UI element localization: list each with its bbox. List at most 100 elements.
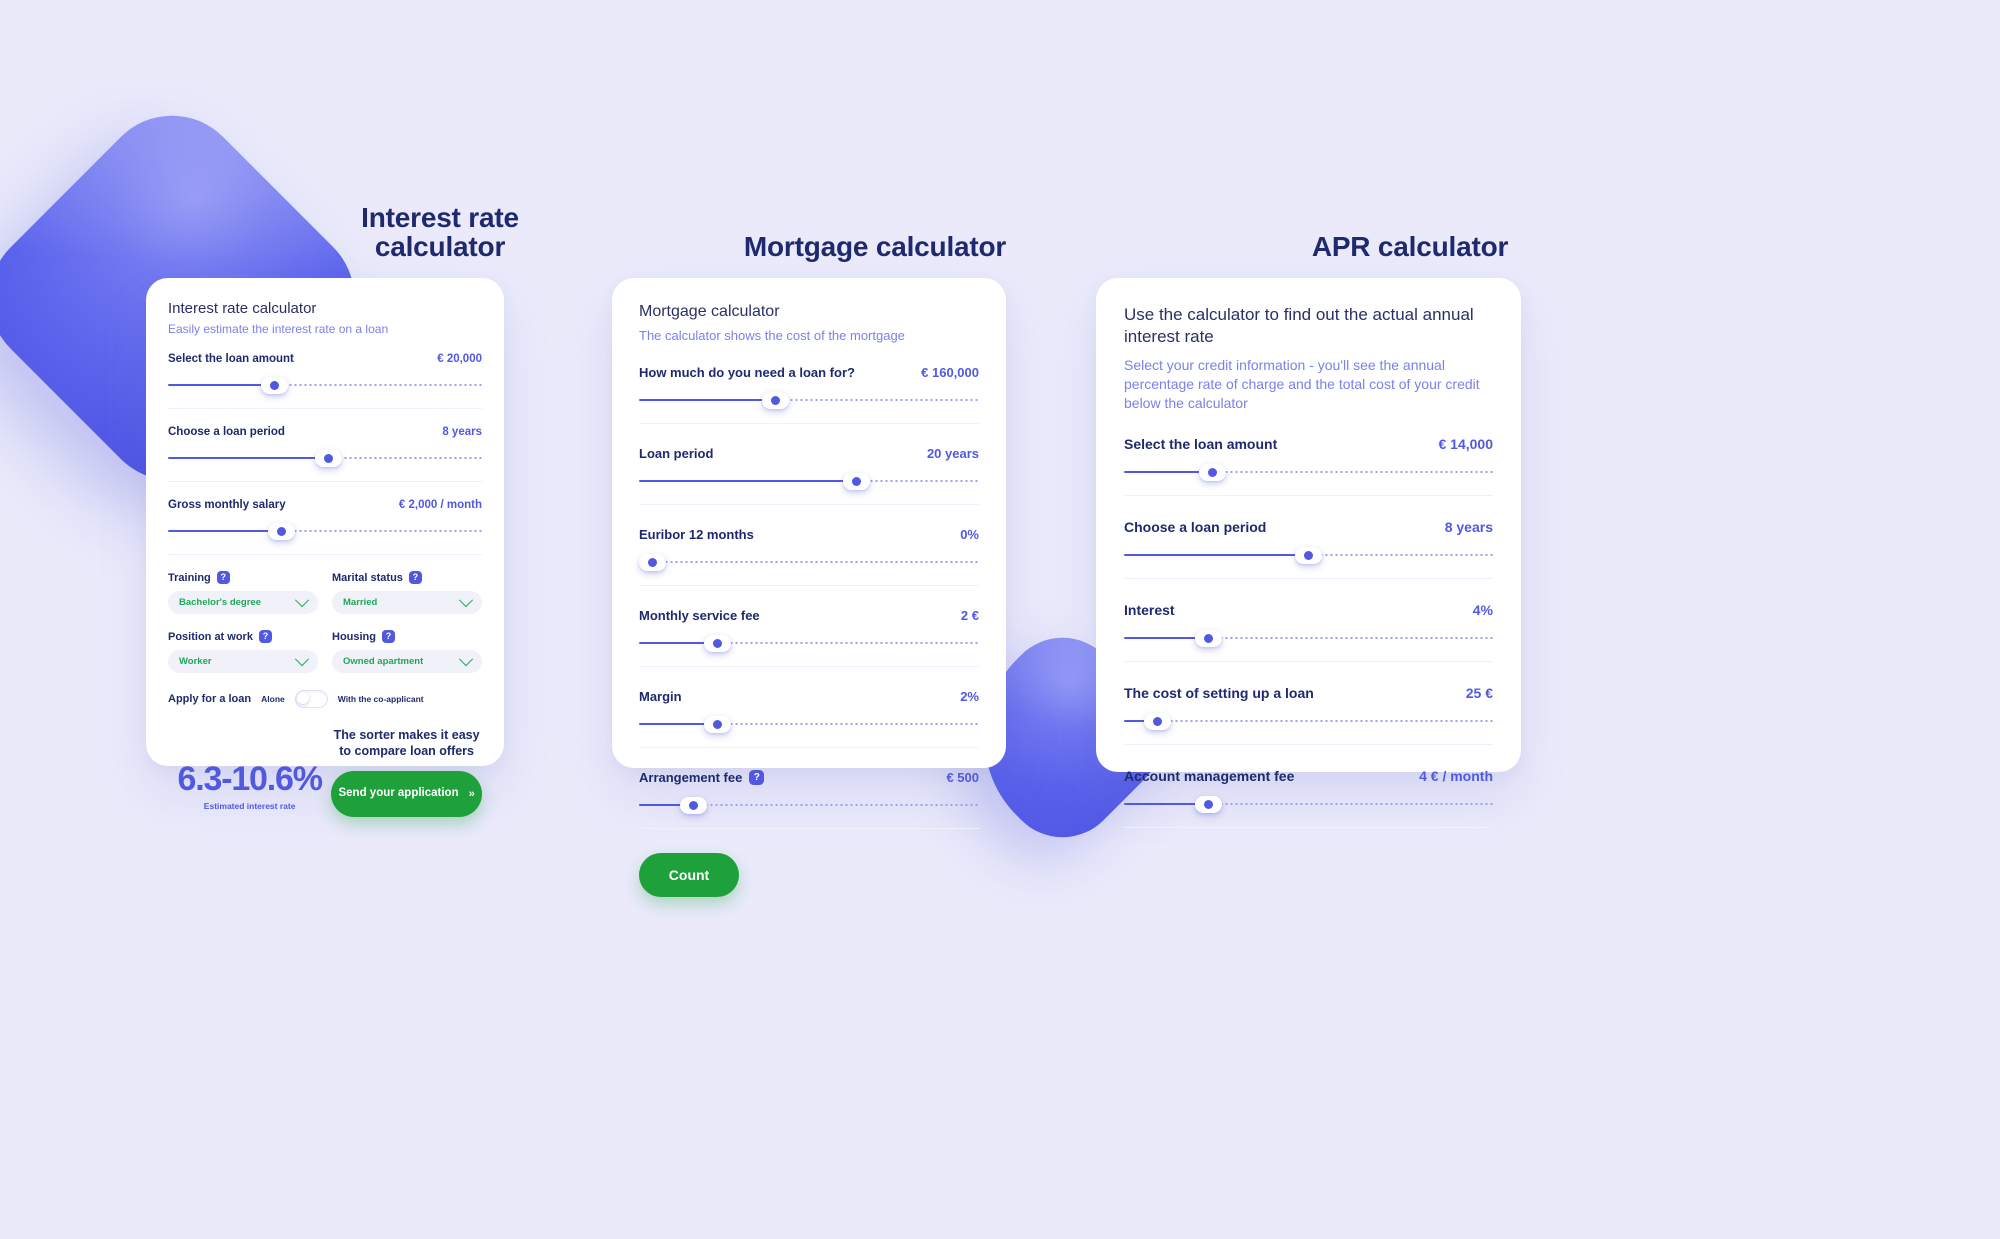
slider-interest[interactable] — [1124, 627, 1493, 649]
select-housing[interactable]: Owned apartment — [332, 650, 482, 673]
card-heading: Use the calculator to find out the actua… — [1124, 305, 1474, 346]
slider-loan-amount[interactable] — [168, 374, 482, 396]
slider-value: 0% — [960, 527, 979, 542]
select-marital-status[interactable]: Married — [332, 591, 482, 614]
select-training[interactable]: Bachelor's degree — [168, 591, 318, 614]
slider-handle[interactable] — [261, 376, 289, 394]
slider-handle[interactable] — [1195, 795, 1223, 813]
help-icon[interactable]: ? — [382, 630, 395, 643]
estimated-rate-block: 6.3-10.6% Estimated interest rate — [168, 762, 331, 817]
slider-label: Gross monthly salary — [168, 499, 286, 511]
card-subheading: Easily estimate the interest rate on a l… — [168, 322, 389, 336]
row-divider — [1124, 578, 1493, 580]
chevron-down-icon — [294, 592, 310, 607]
slider-handle[interactable] — [843, 472, 871, 490]
select-value: Owned apartment — [343, 656, 424, 667]
slider-handle[interactable] — [1295, 546, 1322, 564]
slider-label: Choose a loan period — [1124, 519, 1267, 536]
slider-handle[interactable] — [639, 553, 667, 571]
field-training: Training ? Bachelor's degree — [168, 571, 318, 614]
slider-value: 20 years — [926, 446, 979, 461]
slider-value: 2 € — [960, 608, 979, 623]
chevron-down-icon — [458, 651, 474, 666]
slider-fill — [168, 529, 282, 533]
slider-value: € 500 — [946, 770, 979, 785]
row-divider — [639, 747, 979, 748]
field-label: Housing ? — [332, 630, 482, 643]
slider-loan-period[interactable] — [168, 447, 482, 469]
select-value: Worker — [179, 656, 212, 667]
card-subheading: The calculator shows the cost of the mor… — [639, 328, 905, 343]
help-icon[interactable]: ? — [408, 571, 422, 584]
slider-account-management-fee[interactable] — [1124, 793, 1493, 815]
slider-gross-salary[interactable] — [168, 520, 482, 542]
field-label-text: Marital status — [332, 571, 403, 584]
slider-label: Margin — [639, 689, 682, 704]
result-block: 6.3-10.6% Estimated interest rate The so… — [168, 728, 482, 818]
slider-track — [1124, 720, 1493, 723]
help-icon[interactable]: ? — [216, 571, 230, 584]
chevron-down-icon — [294, 651, 310, 666]
row-divider — [1124, 744, 1493, 746]
slider-loan-for[interactable] — [639, 389, 979, 411]
slider-fill — [168, 456, 329, 460]
slider-label: Account management fee — [1124, 768, 1295, 785]
slider-row-account-management-fee: Account management fee 4 € / month — [1124, 768, 1493, 829]
row-divider — [639, 423, 979, 424]
slider-arrangement-fee[interactable] — [639, 794, 979, 816]
slider-fill — [1124, 553, 1309, 557]
count-button[interactable]: Count — [639, 853, 739, 897]
help-icon[interactable]: ? — [749, 770, 765, 785]
slider-label: Monthly service fee — [639, 608, 760, 623]
select-value: Married — [343, 597, 378, 608]
slider-margin[interactable] — [639, 713, 979, 735]
send-application-button[interactable]: Send your application » — [331, 771, 482, 818]
slider-handle[interactable] — [267, 522, 295, 540]
help-icon[interactable]: ? — [258, 630, 272, 643]
row-divider — [639, 504, 979, 505]
slider-handle[interactable] — [314, 449, 342, 467]
chevron-down-icon — [458, 592, 474, 607]
slider-handle[interactable] — [761, 391, 789, 409]
slider-monthly-service-fee[interactable] — [639, 632, 979, 654]
select-position-at-work[interactable]: Worker — [168, 650, 318, 673]
slider-row-loan-amount: Select the loan amount € 14,000 — [1124, 436, 1494, 497]
double-chevron-right-icon: » — [468, 787, 475, 800]
applicant-toggle-switch[interactable] — [294, 690, 328, 708]
slider-value: € 160,000 — [921, 365, 979, 380]
slider-row-loan-period: Loan period 20 years — [639, 446, 979, 505]
field-marital-status: Marital status ? Married — [332, 571, 482, 614]
slider-row-loan-period: Choose a loan period 8 years — [1124, 519, 1493, 580]
slider-row-gross-salary: Gross monthly salary € 2,000 / month — [168, 499, 482, 555]
promo-block: The sorter makes it easy to compare loan… — [331, 728, 482, 818]
mortgage-calculator-card: Mortgage calculator The calculator shows… — [612, 278, 1006, 897]
estimated-rate-value: 6.3-10.6% — [177, 760, 323, 799]
toggle-option-alone[interactable]: Alone — [261, 694, 285, 704]
slider-value: € 14,000 — [1438, 436, 1494, 453]
slider-row-arrangement-fee: Arrangement fee ? € 500 — [639, 770, 979, 829]
toggle-option-co-applicant[interactable]: With the co-applicant — [338, 694, 424, 704]
row-divider — [1124, 495, 1493, 497]
slider-setup-cost[interactable] — [1124, 710, 1493, 732]
slider-loan-period[interactable] — [1124, 544, 1493, 566]
card-subheading: Select your credit information - you'll … — [1124, 356, 1480, 411]
slider-value: 8 years — [1444, 519, 1493, 536]
slider-euribor[interactable] — [639, 551, 979, 573]
slider-handle[interactable] — [703, 634, 731, 652]
slider-handle[interactable] — [679, 796, 707, 814]
slider-row-monthly-service-fee: Monthly service fee 2 € — [639, 608, 979, 667]
slider-loan-amount[interactable] — [1124, 461, 1493, 483]
slider-handle[interactable] — [1199, 463, 1227, 481]
slider-handle[interactable] — [1195, 629, 1223, 647]
field-label: Position at work ? — [168, 630, 318, 643]
slider-row-loan-period: Choose a loan period 8 years — [168, 426, 482, 482]
slider-fill — [639, 398, 775, 402]
field-housing: Housing ? Owned apartment — [332, 630, 482, 673]
slider-loan-period[interactable] — [639, 470, 979, 492]
slider-handle[interactable] — [1143, 712, 1171, 730]
slider-handle[interactable] — [703, 715, 731, 733]
apply-for-loan-toggle-row: Apply for a loan Alone With the co-appli… — [168, 690, 482, 708]
slider-fill — [639, 479, 857, 483]
row-divider — [639, 585, 979, 586]
row-divider — [168, 481, 482, 482]
